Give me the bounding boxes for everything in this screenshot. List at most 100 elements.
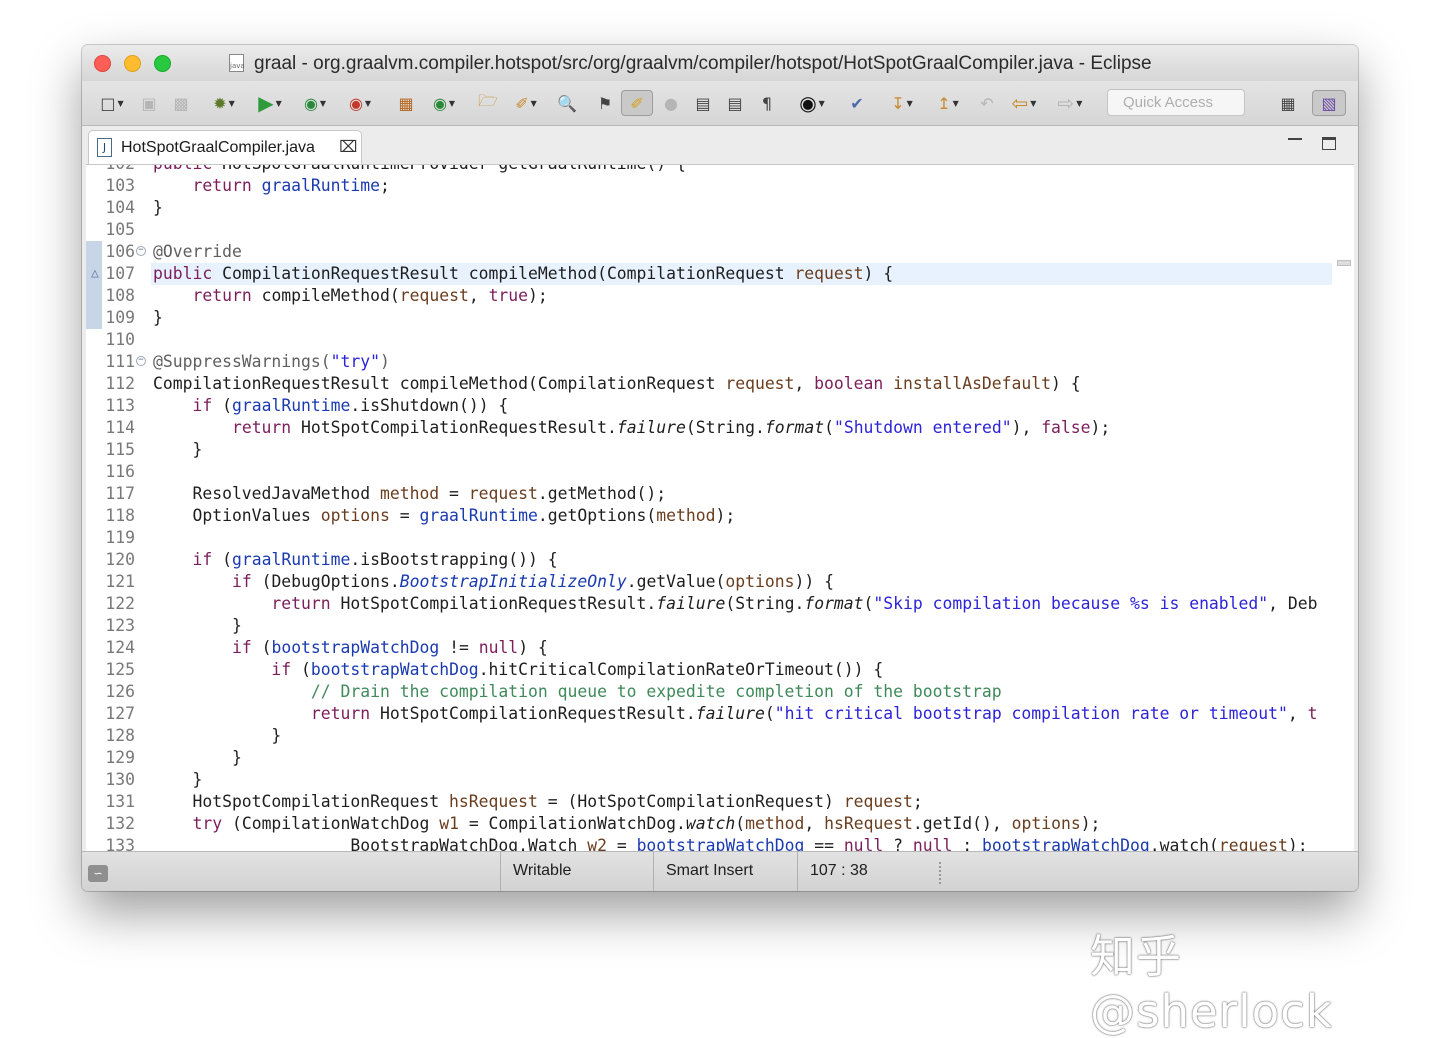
fold-collapse-icon[interactable]: − — [136, 246, 146, 256]
code-line[interactable]: 111− @SuppressWarnings("try") — [86, 351, 1354, 373]
code-text: OptionValues options = graalRuntime.getO… — [153, 506, 736, 525]
show-whitespace-icon[interactable]: ¶ — [754, 90, 780, 116]
minimize-window-button[interactable] — [124, 55, 141, 72]
code-line[interactable]: 128 } — [86, 725, 1354, 747]
code-line[interactable]: 119 — [86, 527, 1354, 549]
line-number: 117 — [105, 484, 135, 503]
next-edit-icon[interactable]: ↧ ▼ — [882, 90, 922, 116]
code-text: if (graalRuntime.isShutdown()) { — [192, 396, 509, 415]
line-number: 110 — [105, 330, 135, 349]
status-writable: Writable — [513, 862, 572, 879]
open-task-icon[interactable]: ✐ ▼ — [506, 90, 546, 116]
override-triangle-icon: △ — [91, 266, 99, 281]
close-window-button[interactable] — [94, 55, 111, 72]
code-line[interactable]: 106− @Override — [86, 241, 1354, 263]
code-line[interactable]: 120 if (graalRuntime.isBootstrapping()) … — [86, 549, 1354, 571]
line-number: 118 — [105, 506, 135, 525]
line-number: 105 — [105, 220, 135, 239]
line-number: 120 — [105, 550, 135, 569]
line-number: 131 — [105, 792, 135, 811]
code-line[interactable]: 102 public HotSpotGraalRuntimeProvider ge… — [86, 165, 1354, 175]
rss-feed-icon[interactable]: ∽ — [88, 865, 108, 882]
code-line[interactable]: 112 CompilationRequestResult compileMetho… — [86, 373, 1354, 395]
code-line[interactable]: 108 return compileMethod(request, true); — [86, 285, 1354, 307]
overview-ruler-mark[interactable] — [1337, 260, 1351, 266]
code-line[interactable]: 130 } — [86, 769, 1354, 791]
code-line[interactable]: 116 — [86, 461, 1354, 483]
toggle-mark-occurrences-icon[interactable]: ✐ — [621, 90, 653, 116]
coverage-icon[interactable]: ◉ ▼ — [296, 90, 334, 116]
line-number: 125 — [105, 660, 135, 679]
code-line[interactable]: 115 } — [86, 439, 1354, 461]
new-java-class-icon[interactable]: ◉ ▼ — [426, 90, 462, 116]
java-file-icon: java — [229, 54, 245, 72]
last-edit-location-icon[interactable]: ↶ — [974, 90, 1000, 116]
line-number: 114 — [105, 418, 135, 437]
toggle-block-selection-icon[interactable]: ▤ — [690, 90, 716, 116]
zoom-window-button[interactable] — [154, 55, 171, 72]
code-text: } — [153, 748, 242, 767]
open-type-icon[interactable]: 🗁 — [476, 90, 500, 116]
open-perspective-icon[interactable]: ▦ — [1274, 90, 1302, 116]
debug-icon[interactable]: ✹ ▼ — [206, 90, 242, 116]
code-line[interactable]: 103 return graalRuntime; — [86, 175, 1354, 197]
code-line[interactable]: 133 BootstrapWatchDog.Watch w2 = bootstr… — [86, 835, 1354, 851]
run-icon[interactable]: ▶ ▼ — [252, 90, 288, 116]
code-text: if (bootstrapWatchDog.hitCriticalCompila… — [271, 660, 884, 679]
close-tab-icon[interactable]: ⌧ — [339, 137, 357, 156]
window-title: graal - org.graalvm.compiler.hotspot/src… — [254, 53, 1152, 74]
line-number: 103 — [105, 176, 135, 195]
code-line[interactable]: 131 HotSpotCompilationRequest hsRequest … — [86, 791, 1354, 813]
code-text: HotSpotCompilationRequest hsRequest = (H… — [153, 792, 923, 811]
toggle-highlight-icon[interactable]: ● — [658, 90, 684, 116]
code-text: } — [153, 440, 203, 459]
line-number: 113 — [105, 396, 135, 415]
minimize-editor-icon[interactable] — [1288, 138, 1302, 140]
profile-icon[interactable]: ◉ ▼ — [792, 90, 832, 116]
code-line[interactable]: 121 if (DebugOptions.BootstrapInitialize… — [86, 571, 1354, 593]
code-line[interactable]: 124 if (bootstrapWatchDog != null) { — [86, 637, 1354, 659]
code-line[interactable]: 129 } — [86, 747, 1354, 769]
pin-editor-icon[interactable]: ✔ — [844, 90, 870, 116]
java-editor[interactable]: 102 public HotSpotGraalRuntimeProvider ge… — [86, 164, 1354, 851]
code-text: CompilationRequestResult compileMethod(C… — [153, 374, 1081, 393]
code-line[interactable]: 132 try (CompilationWatchDog w1 = Compil… — [86, 813, 1354, 835]
tab-hotspotgraalcompiler[interactable]: J HotSpotGraalCompiler.java ⌧ — [88, 130, 362, 164]
maximize-editor-icon[interactable] — [1322, 137, 1336, 150]
code-line[interactable]: 105 — [86, 219, 1354, 241]
java-file-icon: J — [97, 138, 112, 157]
previous-edit-icon[interactable]: ↥ ▼ — [928, 90, 968, 116]
code-text: } — [153, 198, 163, 217]
line-number: 133 — [105, 836, 135, 851]
quick-access-input[interactable]: Quick Access — [1107, 89, 1245, 116]
code-line[interactable]: 107 △ public CompilationRequestResult comp… — [86, 263, 1354, 285]
code-line[interactable]: 104} — [86, 197, 1354, 219]
code-line[interactable]: 127 return HotSpotCompilationRequestResu… — [86, 703, 1354, 725]
code-line[interactable]: 123 } — [86, 615, 1354, 637]
new-java-package-icon[interactable]: ▦ — [394, 90, 418, 116]
new-icon[interactable]: □ ▼ — [94, 90, 130, 116]
line-number: 104 — [105, 198, 135, 217]
save-all-icon[interactable]: ▩ — [168, 90, 194, 116]
code-line[interactable]: 114 return HotSpotCompilationRequestResu… — [86, 417, 1354, 439]
code-line[interactable]: 126 // Drain the compilation queue to ex… — [86, 681, 1354, 703]
code-line[interactable]: 113 if (graalRuntime.isShutdown()) { — [86, 395, 1354, 417]
code-line[interactable]: 118 OptionValues options = graalRuntime.… — [86, 505, 1354, 527]
code-line[interactable]: 122 return HotSpotCompilationRequestResu… — [86, 593, 1354, 615]
save-icon[interactable]: ▣ — [138, 90, 160, 116]
line-number: 109 — [105, 308, 135, 327]
external-tools-icon[interactable]: ◉ ▼ — [340, 90, 380, 116]
next-annotation-icon[interactable]: ⚑ — [592, 90, 618, 116]
fold-collapse-icon[interactable]: − — [136, 356, 146, 366]
back-icon[interactable]: ⇦ ▼ — [1004, 90, 1044, 116]
java-perspective-icon[interactable]: ▧ — [1312, 90, 1346, 116]
code-line[interactable]: 117 ResolvedJavaMethod method = request.… — [86, 483, 1354, 505]
code-line[interactable]: 109} — [86, 307, 1354, 329]
toggle-word-wrap-icon[interactable]: ▤ — [722, 90, 748, 116]
line-number: 123 — [105, 616, 135, 635]
forward-icon[interactable]: ⇨ ▼ — [1050, 90, 1090, 116]
code-line[interactable]: 110 — [86, 329, 1354, 351]
code-line[interactable]: 125 if (bootstrapWatchDog.hitCriticalCom… — [86, 659, 1354, 681]
status-grip[interactable] — [939, 862, 944, 884]
search-icon[interactable]: 🔍 — [554, 90, 580, 116]
